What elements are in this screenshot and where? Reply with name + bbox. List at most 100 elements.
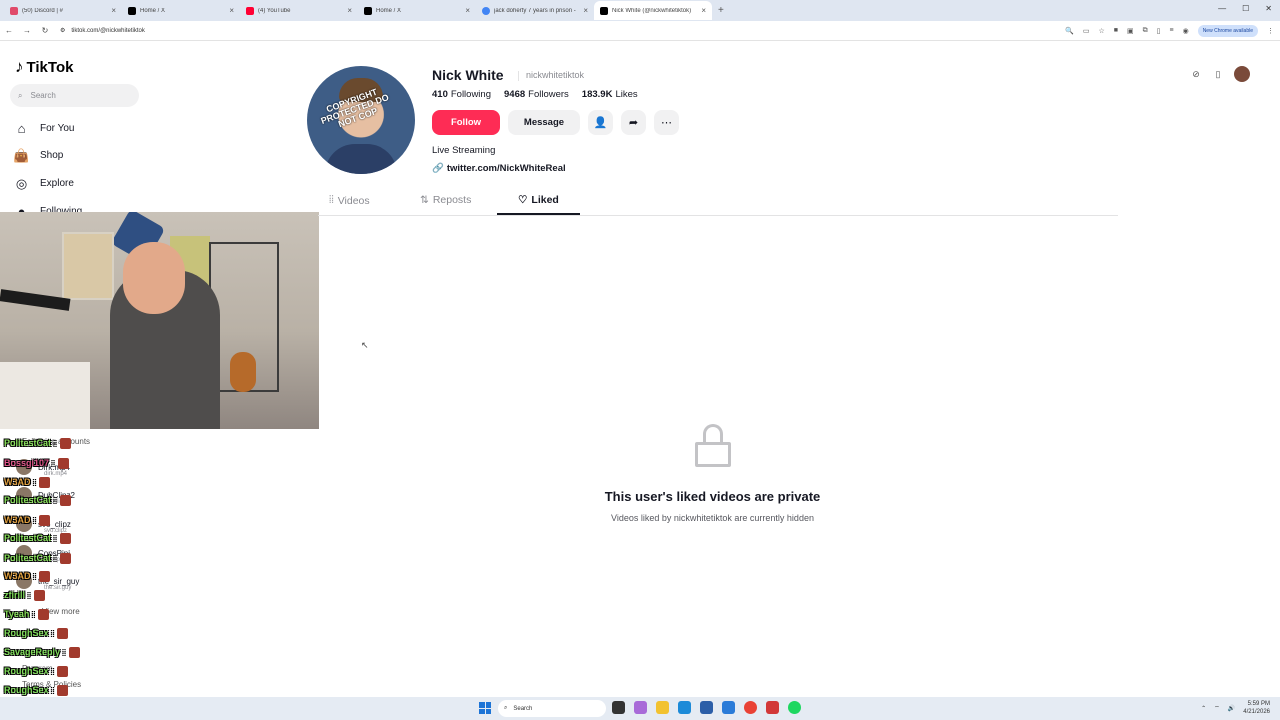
chrome-icon[interactable] — [744, 701, 757, 714]
windows-start-icon[interactable] — [479, 702, 491, 714]
browser-tab-x-home[interactable]: Home / X × — [122, 1, 240, 20]
heart-lock-icon: ♡ — [518, 194, 528, 206]
task-view-icon[interactable] — [612, 701, 625, 714]
close-tab-icon[interactable]: × — [465, 6, 470, 15]
tiktok-note-icon: ♪ — [15, 57, 24, 76]
clock[interactable]: 5:59 PM 4/21/2026 — [1243, 700, 1270, 716]
private-title: This user's liked videos are private — [604, 489, 821, 504]
date-text: 4/21/2026 — [1243, 709, 1270, 715]
store-icon[interactable] — [700, 701, 713, 714]
profile-icon[interactable]: ◉ — [1183, 27, 1189, 35]
forward-icon[interactable]: → — [18, 26, 36, 35]
following-count: 410 — [432, 89, 448, 100]
taskbar-search-label: Search — [513, 705, 533, 712]
tab-videos[interactable]: ⦙⦙ Videos — [329, 194, 370, 207]
chevron-up-icon[interactable]: ⌃ — [1201, 705, 1206, 712]
extension-2-icon[interactable]: ▣ — [1127, 27, 1134, 35]
following-stat[interactable]: 410 Following — [432, 89, 491, 100]
couch — [0, 362, 90, 429]
reload-icon[interactable]: ↻ — [36, 26, 54, 35]
chat-emote-icon — [33, 590, 45, 602]
browser-tab-discord[interactable]: (50) Discord | # × — [4, 1, 122, 20]
lock-shackle — [703, 424, 723, 444]
taskbar-apps — [612, 701, 801, 714]
chat-username: Tyeah — [4, 609, 30, 619]
close-tab-icon[interactable]: × — [347, 6, 352, 15]
tab-reposts[interactable]: ⇅ Reposts — [420, 194, 471, 206]
chat-message: W3AD : — [4, 477, 50, 489]
chat-emote-icon — [37, 609, 49, 621]
maximize-icon[interactable]: ☐ — [1242, 4, 1249, 13]
followers-count: 9468 — [504, 89, 526, 100]
sidebar-item-for-you[interactable]: ⌂ For You — [14, 121, 75, 136]
profile-avatar: COPYRIGHT PROTECTED DO NOT COP — [307, 66, 415, 174]
tab-liked[interactable]: ♡ Liked — [518, 194, 559, 206]
app-icon[interactable] — [722, 701, 735, 714]
chat-username: W3AD — [4, 515, 31, 525]
extension-icon[interactable]: ■ — [1114, 27, 1118, 34]
likes-label: Likes — [615, 89, 638, 100]
compass-icon[interactable]: ⊘ — [1190, 69, 1202, 80]
sidepanel-icon[interactable]: ▯ — [1157, 27, 1161, 35]
file-explorer-icon[interactable] — [656, 701, 669, 714]
menu-icon[interactable]: ⋮ — [1267, 27, 1274, 35]
sidebar-item-explore[interactable]: ◎ Explore — [14, 176, 74, 191]
puzzle-icon[interactable]: ⧉ — [1143, 27, 1148, 35]
site-info-icon[interactable]: ⚙ — [60, 27, 65, 34]
edge-icon[interactable] — [678, 701, 691, 714]
chat-emote-icon — [59, 553, 71, 565]
new-chrome-button[interactable]: New Chrome available — [1197, 24, 1258, 37]
url-field[interactable]: ⚙ tiktok.com/@nickwhitetiktok — [60, 27, 1065, 35]
browser-tab-tiktok[interactable]: Nick White (@nickwhitetiktok) × — [594, 1, 712, 20]
bookmark-star-icon[interactable]: ☆ — [1098, 27, 1104, 35]
sidebar-item-shop[interactable]: 👜 Shop — [13, 148, 64, 163]
taskbar-search[interactable]: ⌕ Search — [498, 700, 606, 717]
close-tab-icon[interactable]: × — [701, 6, 706, 15]
network-icon[interactable]: ⌔ — [1214, 704, 1220, 712]
chat-username: Bossgi107 — [4, 458, 50, 468]
close-tab-icon[interactable]: × — [111, 6, 116, 15]
cast-icon[interactable]: ▭ — [1083, 27, 1090, 35]
user-avatar[interactable] — [1234, 66, 1250, 82]
chat-separator: : — [48, 628, 55, 638]
minimize-icon[interactable]: — — [1218, 4, 1226, 13]
chat-message: RoughSex : — [4, 685, 69, 697]
tab-label: Liked — [531, 194, 559, 206]
browser-tab-x-home-2[interactable]: Home / X × — [358, 1, 476, 20]
follow-button[interactable]: Follow — [432, 110, 500, 135]
close-tab-icon[interactable]: × — [229, 6, 234, 15]
volume-icon[interactable]: 🔊 — [1228, 705, 1235, 712]
zoom-icon[interactable]: 🔍 — [1065, 27, 1074, 35]
close-window-icon[interactable]: ✕ — [1265, 4, 1272, 13]
spotify-icon[interactable] — [788, 701, 801, 714]
followers-stat[interactable]: 9468 Followers — [504, 89, 569, 100]
chat-username: RoughSex — [4, 685, 49, 695]
add-friend-button[interactable]: 👤 — [588, 110, 613, 135]
tab-title: Home / X — [140, 7, 166, 14]
chat-message: W3AD : — [4, 515, 50, 527]
new-tab-button[interactable]: + — [718, 5, 724, 16]
share-button[interactable]: ➦ — [621, 110, 646, 135]
chat-emote-icon — [39, 477, 50, 489]
downloads-icon[interactable]: ≡ — [1169, 27, 1173, 34]
search-input[interactable]: ⌕ Search — [10, 84, 139, 107]
tab-title: Home / X — [376, 7, 402, 14]
browser-tab-google-search[interactable]: jack doherty 7 years in prison - × — [476, 1, 594, 20]
mobile-icon[interactable]: ▯ — [1212, 69, 1224, 80]
tab-label: Videos — [337, 194, 370, 207]
tiktok-logo[interactable]: ♪ TikTok — [15, 57, 73, 77]
more-options-button[interactable]: ⋯ — [654, 110, 679, 135]
chat-emote-icon — [57, 666, 69, 678]
copilot-icon[interactable] — [634, 701, 647, 714]
profile-actions: Follow Message 👤 ➦ ⋯ — [432, 110, 679, 135]
system-tray: ⌃ ⌔ 🔊 5:59 PM 4/21/2026 — [1201, 700, 1270, 716]
message-button[interactable]: Message — [508, 110, 580, 135]
sidebar-item-label: Shop — [40, 150, 64, 161]
chat-emote-icon — [59, 533, 71, 545]
close-tab-icon[interactable]: × — [583, 6, 588, 15]
profile-link[interactable]: 🔗 twitter.com/NickWhiteReal — [432, 163, 566, 174]
app-icon[interactable] — [766, 701, 779, 714]
back-icon[interactable]: ← — [0, 26, 18, 35]
chat-message: PolitestCat : — [4, 495, 71, 507]
browser-tab-youtube[interactable]: (4) YouTube × — [240, 1, 358, 20]
